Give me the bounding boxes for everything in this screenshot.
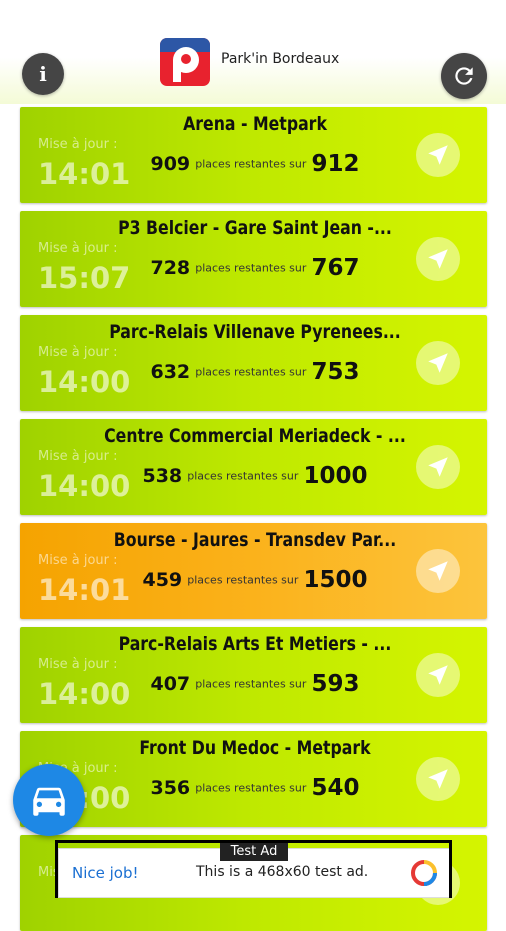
navigate-button[interactable]: [416, 445, 460, 489]
remaining-count: 632: [150, 361, 191, 383]
updated-label: Mise à jour :: [38, 449, 118, 464]
ad-frame: [55, 840, 58, 898]
parking-card[interactable]: Arena - Metpark Mise à jour : 14:01 909 …: [20, 107, 487, 203]
remaining-count: 728: [150, 257, 191, 279]
remaining-count: 356: [150, 777, 191, 799]
parking-name: Parc-Relais Villenave Pyrenees...: [109, 321, 401, 343]
availability: 407 places restantes sur 593: [100, 671, 410, 697]
ad-logo-icon: [411, 860, 437, 886]
parking-card[interactable]: Front Du Medoc - Metpark Mise à jour : 1…: [20, 731, 487, 827]
availability: 909 places restantes sur 912: [100, 151, 410, 177]
remaining-of-label: places restantes sur: [195, 781, 307, 795]
ad-cta[interactable]: Nice job!: [72, 864, 139, 882]
availability: 459 places restantes sur 1500: [100, 567, 410, 593]
navigation-arrow-icon: [428, 769, 448, 789]
parking-card[interactable]: Parc-Relais Villenave Pyrenees... Mise à…: [20, 315, 487, 411]
total-count: 1500: [303, 567, 368, 593]
app-header: i Park'in Bordeaux: [0, 0, 506, 104]
ad-frame: [449, 840, 452, 898]
navigation-arrow-icon: [428, 145, 448, 165]
updated-label: Mise à jour :: [38, 553, 118, 568]
remaining-of-label: places restantes sur: [187, 573, 299, 587]
navigate-button[interactable]: [416, 341, 460, 385]
remaining-of-label: places restantes sur: [195, 677, 307, 691]
availability: 632 places restantes sur 753: [100, 359, 410, 385]
remaining-of-label: places restantes sur: [195, 157, 307, 171]
refresh-icon: [455, 67, 473, 85]
total-count: 540: [311, 775, 360, 801]
remaining-count: 909: [150, 153, 191, 175]
ad-label: Test Ad: [220, 843, 288, 861]
updated-label: Mise à jour :: [38, 345, 118, 360]
parking-name: Arena - Metpark: [183, 113, 327, 135]
navigation-arrow-icon: [428, 353, 448, 373]
navigate-button[interactable]: [416, 133, 460, 177]
parking-card[interactable]: P3 Belcier - Gare Saint Jean -... Mise à…: [20, 211, 487, 307]
info-button[interactable]: i: [22, 53, 64, 95]
parking-name: P3 Belcier - Gare Saint Jean -...: [118, 217, 392, 239]
ad-text: This is a 468x60 test ad.: [196, 864, 369, 880]
car-icon: [33, 787, 65, 816]
total-count: 753: [311, 359, 360, 385]
remaining-count: 407: [150, 673, 191, 695]
parking-card[interactable]: Bourse - Jaures - Transdev Par... Mise à…: [20, 523, 487, 619]
availability: 728 places restantes sur 767: [100, 255, 410, 281]
parking-name: Front Du Medoc - Metpark: [139, 737, 371, 759]
refresh-button[interactable]: [441, 53, 487, 99]
navigation-arrow-icon: [428, 457, 448, 477]
remaining-count: 459: [142, 569, 183, 591]
total-count: 767: [311, 255, 360, 281]
availability: 356 places restantes sur 540: [100, 775, 410, 801]
updated-label: Mise à jour :: [38, 657, 118, 672]
navigate-button[interactable]: [416, 757, 460, 801]
navigate-button[interactable]: [416, 549, 460, 593]
remaining-of-label: places restantes sur: [195, 261, 307, 275]
availability: 538 places restantes sur 1000: [100, 463, 410, 489]
total-count: 593: [311, 671, 360, 697]
navigation-arrow-icon: [428, 561, 448, 581]
navigate-button[interactable]: [416, 237, 460, 281]
parking-card[interactable]: Centre Commercial Meriadeck - ... Mise à…: [20, 419, 487, 515]
navigation-arrow-icon: [428, 665, 448, 685]
total-count: 912: [311, 151, 360, 177]
navigation-arrow-icon: [428, 249, 448, 269]
car-fab-button[interactable]: [13, 764, 85, 836]
remaining-of-label: places restantes sur: [187, 469, 299, 483]
updated-label: Mise à jour :: [38, 137, 118, 152]
parking-name: Bourse - Jaures - Transdev Par...: [113, 529, 397, 551]
app-title: Park'in Bordeaux: [221, 51, 340, 67]
parking-card[interactable]: Parc-Relais Arts Et Metiers - ... Mise à…: [20, 627, 487, 723]
remaining-count: 538: [142, 465, 183, 487]
info-icon: i: [39, 62, 47, 86]
parking-name: Parc-Relais Arts Et Metiers - ...: [118, 633, 392, 655]
parking-name: Centre Commercial Meriadeck - ...: [104, 425, 406, 447]
total-count: 1000: [303, 463, 368, 489]
navigate-button[interactable]: [416, 653, 460, 697]
remaining-of-label: places restantes sur: [195, 365, 307, 379]
updated-label: Mise à jour :: [38, 241, 118, 256]
app-logo: [160, 38, 210, 86]
